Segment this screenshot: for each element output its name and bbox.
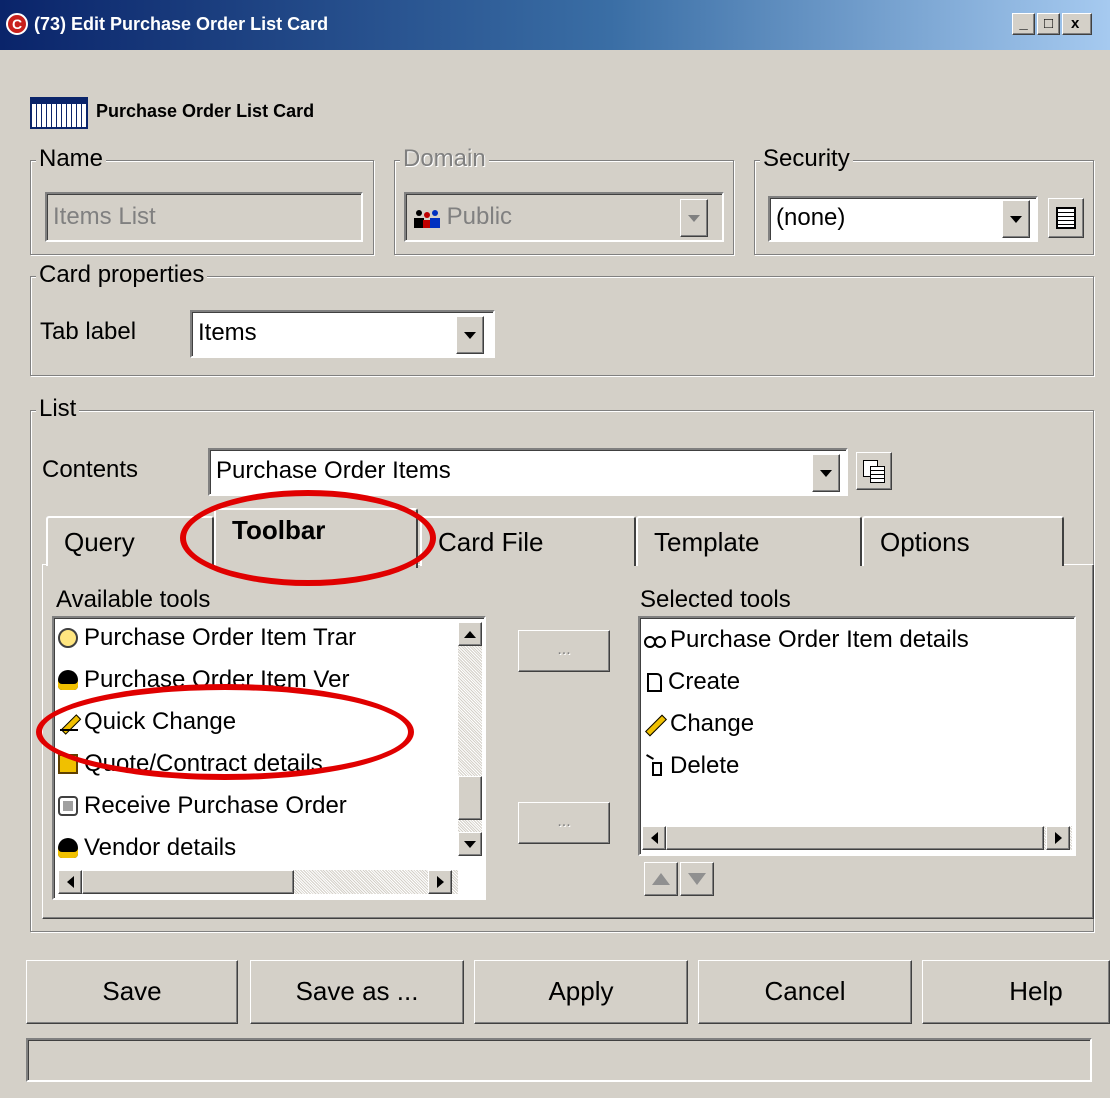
selected-tools-caption: Selected tools — [640, 586, 791, 613]
minimize-button[interactable]: _ — [1012, 13, 1035, 35]
add-tool-button[interactable]: ... — [518, 630, 610, 672]
new-document-icon — [647, 672, 662, 692]
list-item[interactable]: Quote/Contract details — [58, 750, 323, 778]
list-item[interactable]: Delete — [644, 752, 739, 780]
tab-card-file[interactable]: Card File — [420, 516, 636, 566]
help-button[interactable]: Help — [922, 960, 1110, 1024]
move-up-button[interactable] — [644, 862, 678, 896]
tab-label-caption: Tab label — [40, 318, 137, 345]
list-group-legend: List — [36, 396, 80, 422]
scroll-left-button[interactable] — [58, 870, 82, 894]
quick-change-icon — [58, 712, 82, 735]
name-group-legend: Name — [36, 146, 107, 172]
window-title: (73) Edit Purchase Order List Card — [34, 14, 329, 34]
status-bar — [26, 1038, 1092, 1082]
list-item[interactable]: Purchase Order Item details — [644, 626, 969, 654]
pencil-icon — [644, 714, 667, 737]
apply-button[interactable]: Apply — [474, 960, 688, 1024]
available-tools-list[interactable]: Purchase Order Item Trar Purchase Order … — [52, 616, 486, 900]
selected-horizontal-thumb[interactable] — [666, 826, 1044, 850]
cancel-button[interactable]: Cancel — [698, 960, 912, 1024]
people-icon — [414, 208, 440, 228]
save-button[interactable]: Save — [26, 960, 238, 1024]
available-horizontal-thumb[interactable] — [82, 870, 294, 894]
maximize-button[interactable]: □ — [1037, 13, 1060, 35]
vendor-icon — [58, 838, 78, 858]
vendor-check-icon — [58, 670, 78, 690]
tab-label-select[interactable]: Items — [190, 310, 495, 358]
list-item[interactable]: Change — [644, 710, 754, 738]
app-logo-icon: C — [6, 13, 28, 35]
page-title: Purchase Order List Card — [96, 101, 315, 121]
security-dropdown-button[interactable] — [1002, 200, 1030, 238]
list-item[interactable]: Purchase Order Item Trar — [58, 624, 356, 652]
tab-label-dropdown-button[interactable] — [456, 316, 484, 354]
arrow-up-icon — [652, 873, 670, 885]
receive-icon — [58, 796, 78, 816]
card-properties-legend: Card properties — [36, 262, 208, 288]
arrow-down-icon — [688, 873, 706, 885]
security-select[interactable]: (none) — [768, 196, 1038, 242]
list-item[interactable]: Purchase Order Item Ver — [58, 666, 349, 694]
selected-tools-list[interactable]: Purchase Order Item details Create Chang… — [638, 616, 1076, 856]
contract-icon — [58, 754, 78, 774]
list-item[interactable]: Create — [644, 668, 740, 696]
contents-select[interactable]: Purchase Order Items — [208, 448, 848, 496]
glasses-icon — [644, 630, 666, 650]
list-item[interactable]: Receive Purchase Order — [58, 792, 347, 820]
list-item[interactable]: Quick Change — [58, 708, 236, 736]
list-card-icon — [30, 97, 88, 129]
list-item[interactable]: Vendor details — [58, 834, 236, 862]
tab-template[interactable]: Template — [636, 516, 862, 566]
tab-options[interactable]: Options — [862, 516, 1064, 566]
copy-contents-button[interactable] — [856, 452, 892, 490]
scroll-right-button[interactable] — [1046, 826, 1070, 850]
contents-dropdown-button[interactable] — [812, 454, 840, 492]
domain-value: Public — [446, 203, 513, 230]
tab-toolbar[interactable]: Toolbar — [214, 508, 418, 568]
domain-group-legend: Domain — [400, 146, 489, 172]
scroll-left-button[interactable] — [642, 826, 666, 850]
list-details-icon — [1056, 207, 1076, 229]
transfer-icon — [58, 628, 78, 648]
copy-icon — [863, 460, 885, 483]
scroll-down-button[interactable] — [458, 832, 482, 856]
security-details-button[interactable] — [1048, 198, 1084, 238]
name-field[interactable]: Items List — [45, 192, 363, 242]
delete-icon — [644, 754, 664, 776]
scroll-right-button[interactable] — [428, 870, 452, 894]
remove-tool-button[interactable]: ... — [518, 802, 610, 844]
contents-caption: Contents — [42, 456, 139, 483]
available-tools-caption: Available tools — [56, 586, 211, 613]
available-vertical-thumb[interactable] — [458, 776, 482, 820]
close-button[interactable]: x — [1062, 13, 1092, 35]
available-vertical-scrollbar[interactable] — [458, 622, 482, 856]
save-as-button[interactable]: Save as ... — [250, 960, 464, 1024]
move-down-button[interactable] — [680, 862, 714, 896]
scroll-up-button[interactable] — [458, 622, 482, 646]
domain-dropdown-button[interactable] — [680, 199, 708, 237]
security-group-legend: Security — [760, 146, 853, 172]
tab-query[interactable]: Query — [46, 516, 214, 566]
domain-select[interactable]: Public — [404, 192, 724, 242]
